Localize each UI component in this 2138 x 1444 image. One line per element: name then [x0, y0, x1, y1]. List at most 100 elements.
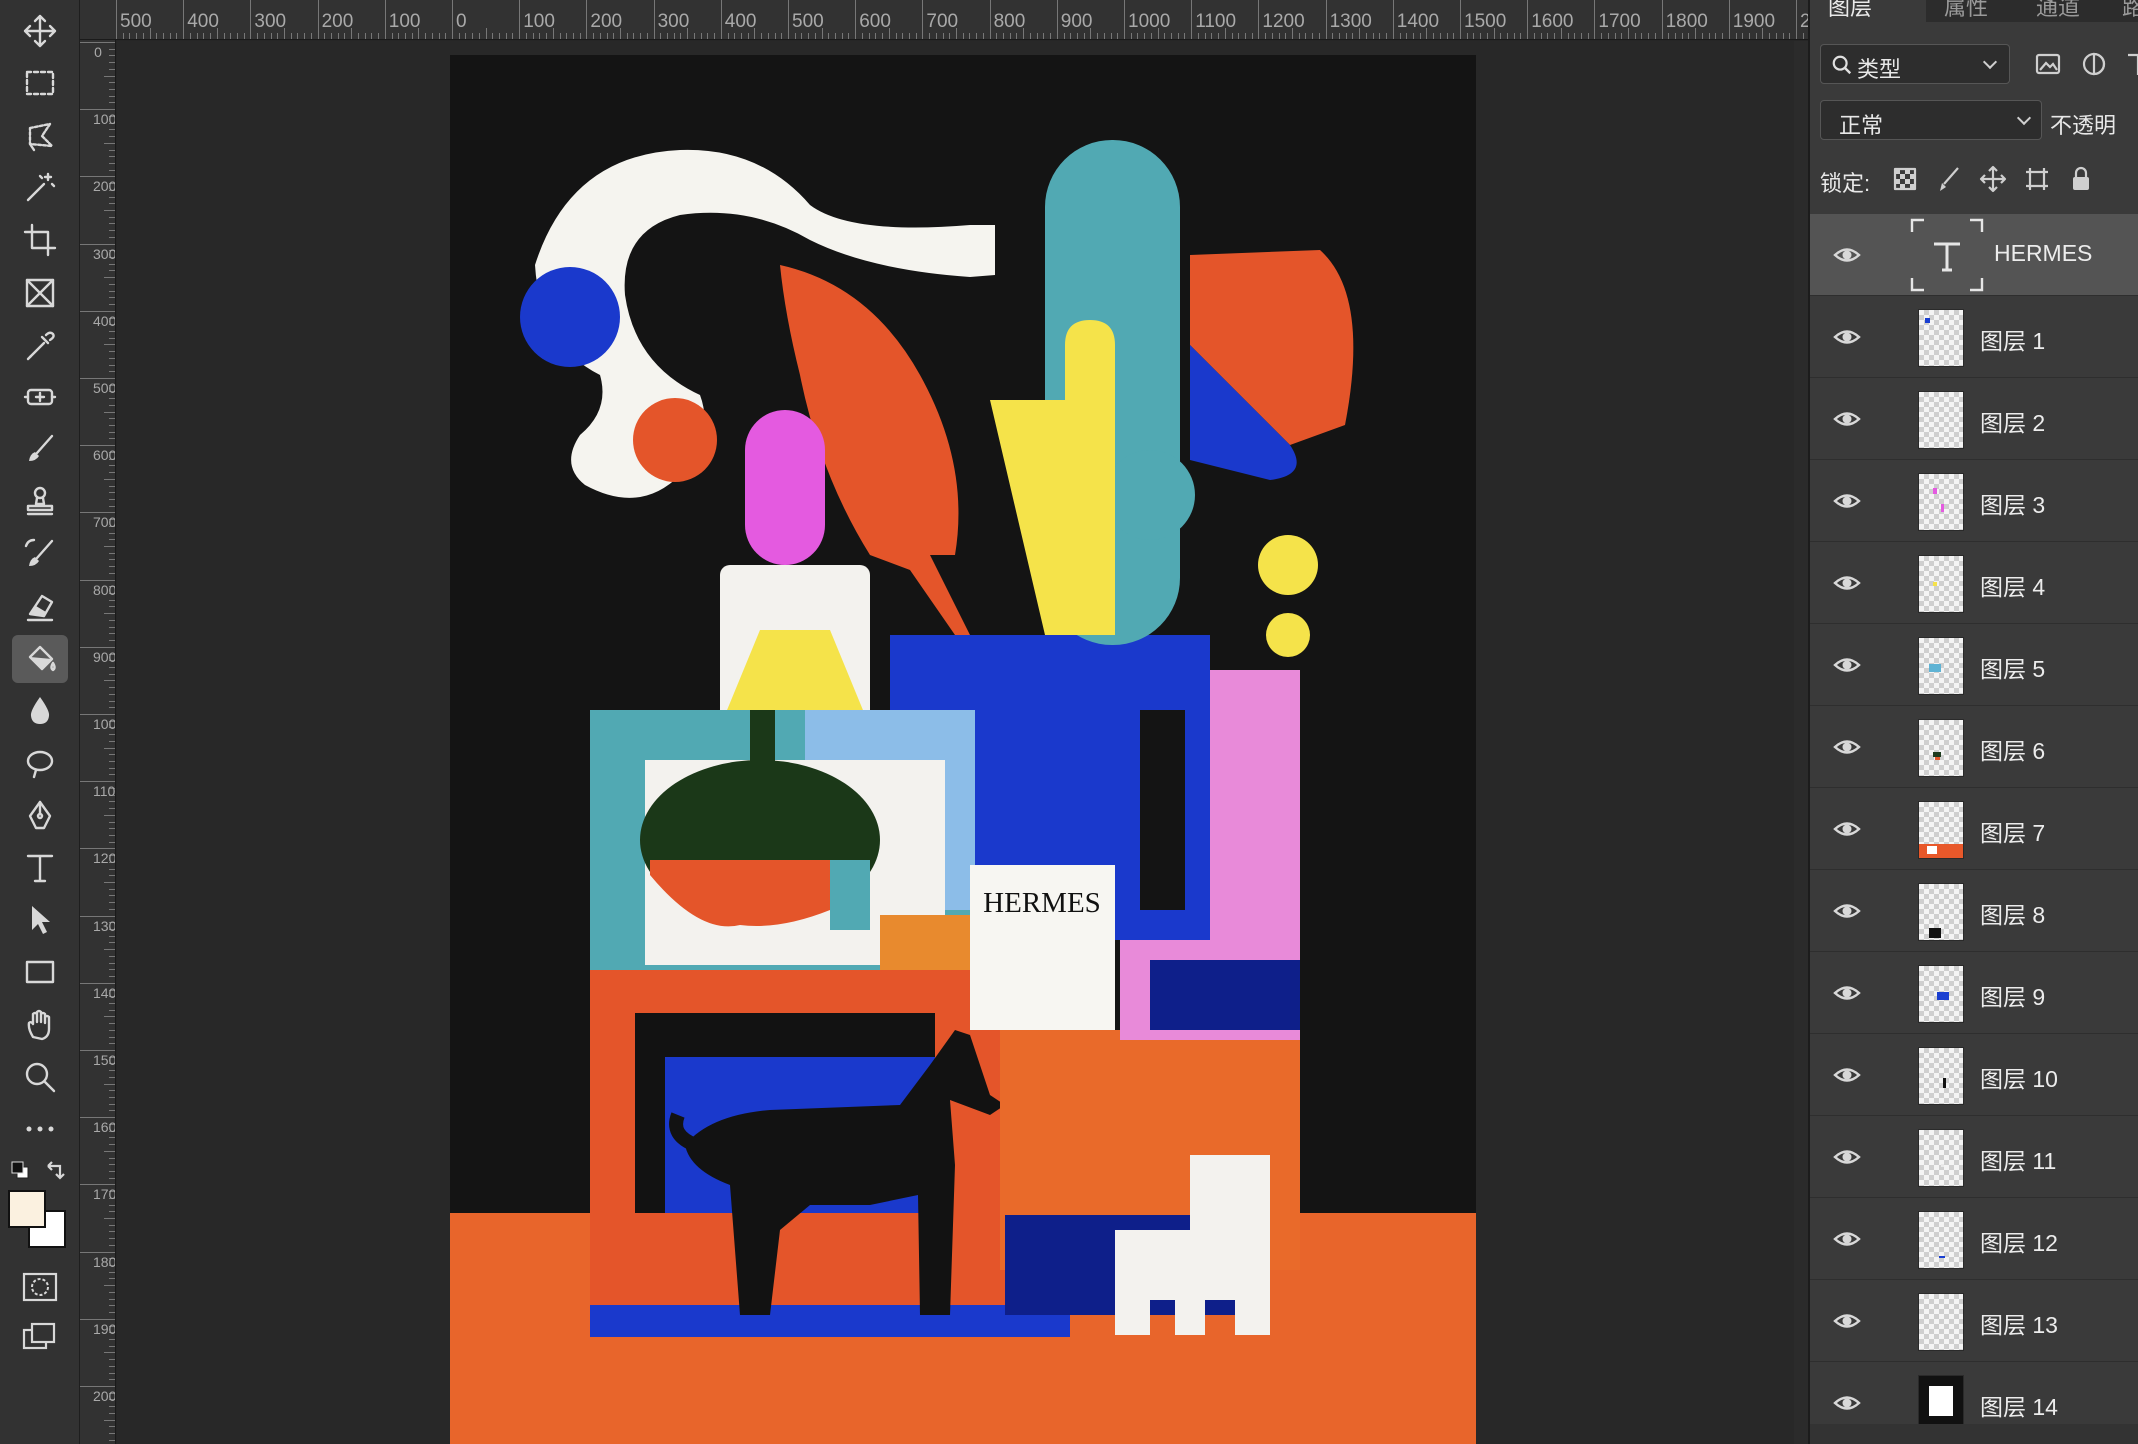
ruler-minor-tick — [868, 33, 870, 39]
frame-tool[interactable] — [12, 269, 68, 317]
layer-thumbnail — [1918, 1047, 1964, 1105]
ruler-minor-tick — [485, 28, 487, 39]
zoom-tool[interactable] — [12, 1053, 68, 1101]
dodge-tool[interactable] — [12, 739, 68, 787]
adjustment-filter-icon[interactable] — [2080, 50, 2108, 78]
stamp-tool[interactable] — [12, 478, 68, 526]
visibility-eye-icon[interactable] — [1832, 814, 1862, 844]
move-tool[interactable] — [12, 7, 68, 55]
ruler-minor-tick — [109, 398, 115, 400]
visibility-eye-icon[interactable] — [1832, 1306, 1862, 1336]
layer-row[interactable]: 图层 1 — [1810, 296, 2138, 378]
blend-mode-value: 正常 — [1839, 113, 1884, 138]
more-tools[interactable] — [12, 1105, 68, 1153]
layer-row[interactable]: 图层 7 — [1810, 788, 2138, 870]
quick-mask-icon[interactable] — [20, 1270, 60, 1304]
ruler-minor-tick — [109, 572, 115, 574]
crop-tool[interactable] — [12, 216, 68, 264]
visibility-eye-icon[interactable] — [1832, 486, 1862, 516]
layer-name: 图层 1 — [1980, 328, 2046, 354]
layer-row[interactable]: 图层 5 — [1810, 624, 2138, 706]
layer-row[interactable]: 图层 3 — [1810, 460, 2138, 542]
history-brush-tool[interactable] — [12, 530, 68, 578]
ruler-tick — [80, 1050, 115, 1051]
ruler-minor-tick — [109, 169, 115, 171]
swap-colors-icon[interactable] — [44, 1158, 68, 1182]
layer-row[interactable]: HERMES — [1810, 214, 2138, 296]
horizontal-ruler[interactable]: 500 400 300 200 100 0 100 200 300 400 500 600 700 800… — [80, 0, 1808, 40]
layer-row[interactable]: 图层 8 — [1810, 870, 2138, 952]
path-selection-tool[interactable] — [12, 896, 68, 944]
layer-row[interactable]: 图层 13 — [1810, 1280, 2138, 1362]
visibility-eye-icon[interactable] — [1832, 1060, 1862, 1090]
layer-row[interactable]: 图层 9 — [1810, 952, 2138, 1034]
lock-transparent-icon[interactable] — [1890, 164, 1920, 194]
tab-channels[interactable]: 通道 — [2036, 0, 2080, 22]
visibility-eye-icon[interactable] — [1832, 1142, 1862, 1172]
ruler-minor-tick — [104, 210, 115, 211]
tab-properties[interactable]: 属性 — [1944, 0, 1988, 22]
visibility-eye-icon[interactable] — [1832, 240, 1862, 270]
layer-thumbnail — [1918, 719, 1964, 777]
tab-layers[interactable]: 图层 — [1828, 0, 1872, 22]
eyedropper-tool[interactable] — [12, 321, 68, 369]
layer-thumbnail — [1918, 309, 1964, 367]
marquee-tool[interactable] — [12, 59, 68, 107]
visibility-eye-icon[interactable] — [1832, 978, 1862, 1008]
screen-mode-icon[interactable] — [20, 1320, 60, 1354]
visibility-eye-icon[interactable] — [1832, 650, 1862, 680]
ruler-minor-tick — [109, 1204, 115, 1206]
layer-row[interactable]: 图层 4 — [1810, 542, 2138, 624]
ruler-minor-tick — [1775, 33, 1777, 39]
lock-artboard-icon[interactable] — [2022, 164, 2052, 194]
layer-filter-select[interactable]: 类型 — [1820, 44, 2010, 84]
ruler-label: 500 — [120, 11, 152, 32]
type-tool[interactable] — [12, 844, 68, 892]
tab-paths[interactable]: 路 — [2122, 0, 2138, 22]
visibility-eye-icon[interactable] — [1832, 732, 1862, 762]
ruler-label: 600 — [93, 447, 116, 464]
hand-tool[interactable] — [12, 1001, 68, 1049]
paint-bucket-tool[interactable] — [12, 634, 68, 683]
visibility-eye-icon[interactable] — [1832, 896, 1862, 926]
foreground-color-swatch[interactable] — [8, 1190, 46, 1228]
healing-brush-tool[interactable] — [12, 373, 68, 421]
layer-row[interactable]: 图层 11 — [1810, 1116, 2138, 1198]
visibility-eye-icon[interactable] — [1832, 1224, 1862, 1254]
image-filter-icon[interactable] — [2034, 50, 2062, 78]
ruler-minor-tick — [331, 33, 333, 39]
brush-tool[interactable] — [12, 425, 68, 473]
blur-tool[interactable] — [12, 687, 68, 735]
visibility-eye-icon[interactable] — [1832, 404, 1862, 434]
visibility-eye-icon[interactable] — [1832, 322, 1862, 352]
visibility-eye-icon[interactable] — [1832, 568, 1862, 598]
document-canvas[interactable]: HERMES — [450, 55, 1476, 1444]
ruler-minor-tick — [1722, 33, 1724, 39]
lock-position-icon[interactable] — [1978, 164, 2008, 194]
lock-pixels-icon[interactable] — [1934, 164, 1964, 194]
ruler-minor-tick — [109, 552, 115, 554]
vertical-ruler[interactable]: 0 100 200 300 400 500 600 700 800 900 1000 1100 1200… — [80, 40, 116, 1444]
lock-all-icon[interactable] — [2066, 164, 2096, 194]
pen-tool[interactable] — [12, 792, 68, 840]
lasso-tool[interactable] — [12, 112, 68, 160]
ruler-minor-tick — [109, 1070, 115, 1072]
type-filter-icon[interactable] — [2124, 50, 2138, 78]
rectangle-tool[interactable] — [12, 948, 68, 996]
ruler-minor-tick — [210, 33, 212, 39]
layer-row[interactable]: 图层 10 — [1810, 1034, 2138, 1116]
blend-mode-select[interactable]: 正常 — [1820, 100, 2042, 140]
ruler-minor-tick — [109, 1412, 115, 1414]
layer-row[interactable]: 图层 2 — [1810, 378, 2138, 460]
ruler-minor-tick — [104, 546, 115, 547]
magic-wand-tool[interactable] — [12, 164, 68, 212]
default-colors-icon[interactable] — [10, 1160, 30, 1180]
vertical-scrollbar[interactable] — [1794, 41, 1808, 1444]
eraser-tool[interactable] — [12, 582, 68, 630]
layer-name: 图层 5 — [1980, 656, 2046, 682]
layer-row[interactable]: 图层 6 — [1810, 706, 2138, 788]
canvas-area[interactable]: HERMES — [117, 41, 1808, 1444]
layer-row[interactable]: 图层 12 — [1810, 1198, 2138, 1280]
ruler-minor-tick — [104, 277, 115, 279]
visibility-eye-icon[interactable] — [1832, 1388, 1862, 1418]
